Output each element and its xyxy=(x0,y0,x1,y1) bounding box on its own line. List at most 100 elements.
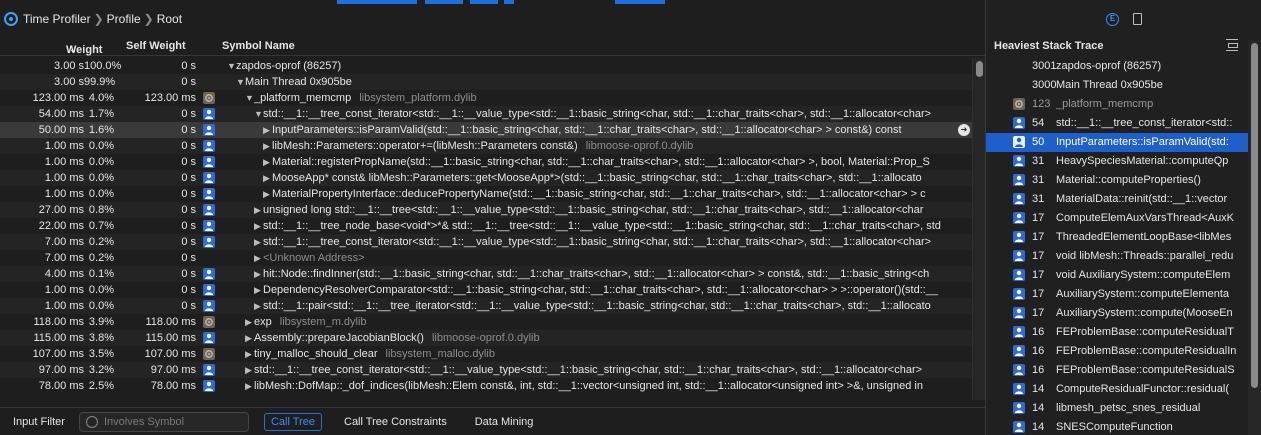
stack-frame[interactable]: 17 ComputeElemAuxVarsThread<AuxK xyxy=(986,209,1248,228)
column-symbol-name[interactable]: Symbol Name xyxy=(222,40,295,52)
disclosure-triangle-icon[interactable]: ▶ xyxy=(263,154,272,170)
stack-frame[interactable]: 50 InputParameters::isParamValid(std: xyxy=(986,133,1248,152)
call-tree-constraints-button[interactable]: Call Tree Constraints xyxy=(338,414,453,430)
stack-frame[interactable]: 17 void AuxiliarySystem::computeElem xyxy=(986,266,1248,285)
stack-frame[interactable]: 17 void libMesh::Threads::parallel_redu xyxy=(986,247,1248,266)
stack-frame[interactable]: 14 ComputeResidualFunctor::residual( xyxy=(986,380,1248,399)
disclosure-triangle-icon[interactable]: ▶ xyxy=(245,314,254,330)
disclosure-triangle-icon[interactable]: ▶ xyxy=(245,330,254,346)
disclosure-triangle-icon[interactable]: ▶ xyxy=(245,378,254,394)
stack-frame[interactable]: 16 FEProblemBase::computeResidualS xyxy=(986,361,1248,380)
table-row[interactable]: 115.00 ms 3.8% 115.00 ms ▶ Assembly::prepare… xyxy=(0,330,972,346)
table-row[interactable]: 1.00 ms 0.0% 0 s ▶ MooseApp* const& libMesh:… xyxy=(0,170,972,186)
symbol-cell: ▶ std::__1::__tree_node_base<void*>*& std… xyxy=(254,218,972,234)
stack-frame[interactable]: 31 Material::computeProperties() xyxy=(986,171,1248,190)
table-row[interactable]: 22.00 ms 0.7% 0 s ▶ std::__1::__tree_node_ba… xyxy=(0,218,972,234)
table-row[interactable]: 1.00 ms 0.0% 0 s ▶ Material::registerPropNam… xyxy=(0,154,972,170)
disclosure-triangle-icon[interactable]: ▶ xyxy=(254,234,263,250)
scrollbar-thumb[interactable] xyxy=(976,61,983,77)
data-mining-button[interactable]: Data Mining xyxy=(469,414,540,430)
disclosure-triangle-icon[interactable]: ▶ xyxy=(254,266,263,282)
symbol-cell: ▶ libMesh::Parameters::operator+=(libMesh… xyxy=(263,138,972,154)
table-row[interactable]: 7.00 ms 0.2% 0 s ▶ <Unknown Address> xyxy=(0,250,972,266)
disclosure-triangle-icon[interactable]: ▶ xyxy=(245,362,254,378)
table-row[interactable]: 27.00 ms 0.8% 0 s ▶ unsigned long std::__1::… xyxy=(0,202,972,218)
symbol-name: std::__1::__tree_const_iterator<std::__1… xyxy=(263,236,932,248)
stack-frame[interactable]: 14 SNESComputeFunction xyxy=(986,418,1248,435)
stack-frame[interactable]: 14 libmesh_petsc_snes_residual xyxy=(986,399,1248,418)
user-code-icon xyxy=(1013,250,1025,262)
user-code-icon xyxy=(1013,212,1025,224)
stack-frame[interactable]: 31 HeavySpeciesMaterial::computeQp xyxy=(986,152,1248,171)
disclosure-triangle-icon[interactable]: ▶ xyxy=(254,218,263,234)
stack-frame[interactable]: 16 FEProblemBase::computeResidualIn xyxy=(986,342,1248,361)
percent-cell: 3.8% xyxy=(88,332,114,344)
percent-cell: 0.0% xyxy=(88,140,114,152)
table-row[interactable]: 54.00 ms 1.7% 0 s ▼std::__1::__tree_const_i… xyxy=(0,106,972,122)
call-tree-button[interactable]: Call Tree xyxy=(263,412,322,431)
disclosure-triangle-icon[interactable]: ▶ xyxy=(254,298,263,314)
stack-frame[interactable]: 3000 Main Thread 0x905be xyxy=(986,76,1248,95)
go-to-source-icon[interactable]: ➜ xyxy=(958,124,970,136)
percent-cell: 1.6% xyxy=(88,124,114,136)
stack-frame[interactable]: 17 AuxiliarySystem::computeElementa xyxy=(986,285,1248,304)
stack-frame[interactable]: 17 ThreadedElementLoopBase<libMes xyxy=(986,228,1248,247)
stack-frame[interactable]: 123 _platform_memcmp xyxy=(986,95,1248,114)
disclosure-triangle-icon[interactable]: ▶ xyxy=(254,202,263,218)
disclosure-triangle-icon[interactable]: ▶ xyxy=(263,122,272,138)
extended-detail-icon[interactable]: E xyxy=(1106,12,1119,26)
library-name: libsystem_platform.dylib xyxy=(359,92,477,104)
disclosure-triangle-icon[interactable]: ▼ xyxy=(227,58,236,74)
user-code-icon xyxy=(1013,155,1025,167)
column-self-weight[interactable]: Self Weight xyxy=(126,40,186,52)
stack-frame[interactable]: 3001 zapdos-oprof (86257) xyxy=(986,57,1248,76)
table-row[interactable]: 1.00 ms 0.0% 0 s ▶ MaterialPropertyInterface… xyxy=(0,186,972,202)
disclosure-triangle-icon[interactable]: ▶ xyxy=(254,282,263,298)
symbol-cell: ▶ InputParameters::isParamValid(std::__1:… xyxy=(263,122,972,138)
document-icon[interactable] xyxy=(1133,13,1142,25)
table-row[interactable]: 123.00 ms 4.0% 123.00 ms ▼_platform_memcmp l… xyxy=(0,90,972,106)
breadcrumb-item-root[interactable]: Root xyxy=(157,12,182,26)
table-row[interactable]: 118.00 ms 3.9% 118.00 ms ▶ exp libsystem_m.dy… xyxy=(0,314,972,330)
table-row[interactable]: 1.00 ms 0.0% 0 s ▶ DependencyResolverCompara… xyxy=(0,282,972,298)
filter-field[interactable] xyxy=(78,411,249,432)
table-row[interactable]: 1.00 ms 0.0% 0 s ▶ libMesh::Parameters::oper… xyxy=(0,138,972,154)
symbol-cell: ▶ tiny_malloc_should_clear libsystem_mallo… xyxy=(245,346,972,362)
table-row[interactable]: 3.00 s 99.9% 0 s ▼Main Thread 0x905be xyxy=(0,74,972,90)
stack-settings-icon[interactable] xyxy=(1226,39,1238,51)
stack-frame[interactable]: 31 MaterialData::reinit(std::__1::vector xyxy=(986,190,1248,209)
disclosure-triangle-icon[interactable]: ▼ xyxy=(236,74,245,90)
breadcrumb-item-time-profiler[interactable]: Time Profiler xyxy=(23,12,91,26)
stack-frame[interactable]: 17 AuxiliarySystem::compute(MooseEn xyxy=(986,304,1248,323)
symbol-cell: ▶ Material::registerPropName(std::__1::ba… xyxy=(263,154,972,170)
user-code-icon xyxy=(1013,136,1025,148)
disclosure-triangle-icon[interactable]: ▶ xyxy=(263,170,272,186)
stack-frame-count: 17 xyxy=(1032,250,1045,262)
table-row[interactable]: 78.00 ms 2.5% 78.00 ms ▶ libMesh::DofMap::_d… xyxy=(0,378,972,394)
involves-symbol-input[interactable] xyxy=(103,415,244,428)
table-row[interactable]: 50.00 ms 1.6% 0 s ▶ InputParameters::isParam… xyxy=(0,122,972,138)
weight-cell: 4.00 ms xyxy=(44,268,84,280)
vertical-scrollbar[interactable] xyxy=(972,58,985,400)
table-row[interactable]: 4.00 ms 0.1% 0 s ▶ hit::Node::findInner(std:… xyxy=(0,266,972,282)
disclosure-triangle-icon[interactable]: ▶ xyxy=(254,250,263,266)
table-row[interactable]: 107.00 ms 3.5% 107.00 ms ▶ tiny_malloc_shoul… xyxy=(0,346,972,362)
table-row[interactable]: 7.00 ms 0.2% 0 s ▶ std::__1::__tree_const_it… xyxy=(0,234,972,250)
inspector-panel: E Heaviest Stack Trace 3001 zapdos-oprof … xyxy=(985,0,1261,435)
stack-frame-symbol: SNESComputeFunction xyxy=(1056,421,1173,433)
disclosure-triangle-icon[interactable]: ▼ xyxy=(245,90,254,106)
symbol-cell: ▼zapdos-oprof (86257) xyxy=(227,58,972,74)
disclosure-triangle-icon[interactable]: ▶ xyxy=(245,346,254,362)
disclosure-triangle-icon[interactable]: ▼ xyxy=(254,106,263,122)
table-row[interactable]: 3.00 s 100.0% 0 s ▼zapdos-oprof (86257) xyxy=(0,58,972,74)
weight-cell: 3.00 s xyxy=(54,76,84,88)
breadcrumb-item-profile[interactable]: Profile xyxy=(107,12,141,26)
disclosure-triangle-icon[interactable]: ▶ xyxy=(263,186,272,202)
table-row[interactable]: 97.00 ms 3.2% 97.00 ms ▶ std::__1::__tree_co… xyxy=(0,362,972,378)
stack-frame[interactable]: 16 FEProblemBase::computeResidualT xyxy=(986,323,1248,342)
stack-frame[interactable]: 54 std::__1::__tree_const_iterator<std:: xyxy=(986,114,1248,133)
inspector-scrollbar[interactable] xyxy=(1248,40,1261,435)
disclosure-triangle-icon[interactable]: ▶ xyxy=(263,138,272,154)
scrollbar-thumb[interactable] xyxy=(1251,43,1258,388)
table-row[interactable]: 1.00 ms 0.0% 0 s ▶ std::__1::pair<std::__1::… xyxy=(0,298,972,314)
